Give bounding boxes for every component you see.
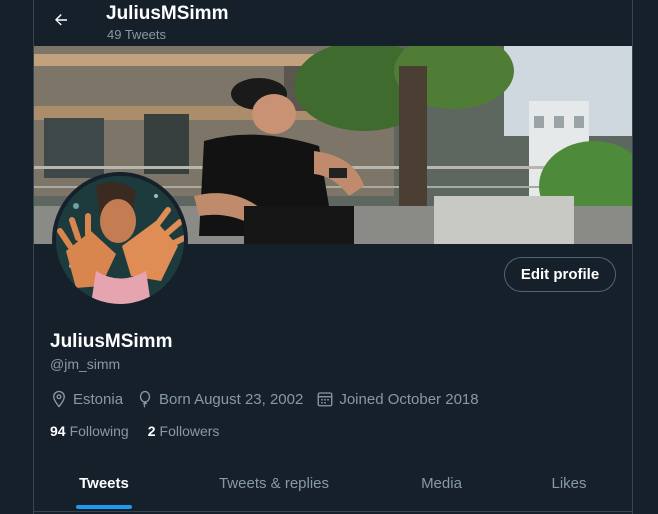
calendar-icon: [317, 392, 333, 407]
tab-likes-label: Likes: [551, 474, 587, 492]
joined-item: Joined October 2018: [316, 390, 479, 408]
tweet-count: 49 Tweets: [107, 27, 167, 42]
arrow-left-icon: [55, 14, 67, 26]
tab-tweets[interactable]: Tweets: [34, 455, 174, 511]
balloon-icon: [139, 390, 151, 408]
joined-text: Joined October 2018: [339, 390, 479, 408]
followers-link[interactable]: 2 Followers: [148, 423, 220, 439]
birthday-item: Born August 23, 2002: [136, 390, 303, 408]
profile-avatar[interactable]: [52, 172, 188, 308]
avatar-image: [56, 176, 184, 304]
location-text: Estonia: [73, 390, 124, 408]
location-item: Estonia: [50, 390, 123, 408]
tab-tweets-label: Tweets: [79, 474, 129, 492]
profile-tabs: Tweets Tweets & replies Media Likes: [34, 455, 632, 512]
tab-media-label: Media: [421, 474, 462, 492]
profile-display-name: JuliusMSimm: [50, 331, 173, 352]
edit-profile-button[interactable]: Edit profile: [504, 257, 616, 292]
tab-likes[interactable]: Likes: [519, 455, 619, 511]
tab-tweets-and-replies[interactable]: Tweets & replies: [204, 455, 344, 511]
profile-handle: @jm_simm: [50, 356, 121, 372]
followers-count: 2: [147, 423, 156, 439]
following-count: 94: [50, 423, 66, 439]
follow-stats: 94 Following 2 Followers: [50, 423, 238, 439]
following-link[interactable]: 94 Following: [50, 423, 129, 439]
location-pin-icon: [53, 390, 65, 408]
profile-header-bar: JuliusMSimm 49 Tweets: [34, 0, 632, 46]
back-button[interactable]: [46, 5, 76, 35]
profile-column: JuliusMSimm 49 Tweets Edit profile Juliu…: [33, 0, 633, 514]
profile-meta: Estonia Born August 23, 2002 Joined Octo…: [50, 390, 492, 408]
active-tab-indicator: [76, 505, 132, 509]
followers-label: Followers: [159, 423, 220, 439]
tab-tweets-and-replies-label: Tweets & replies: [218, 474, 330, 492]
birthday-text: Born August 23, 2002: [159, 390, 304, 408]
following-label: Following: [69, 423, 129, 439]
header-title: JuliusMSimm: [106, 3, 229, 24]
tab-media[interactable]: Media: [384, 455, 499, 511]
